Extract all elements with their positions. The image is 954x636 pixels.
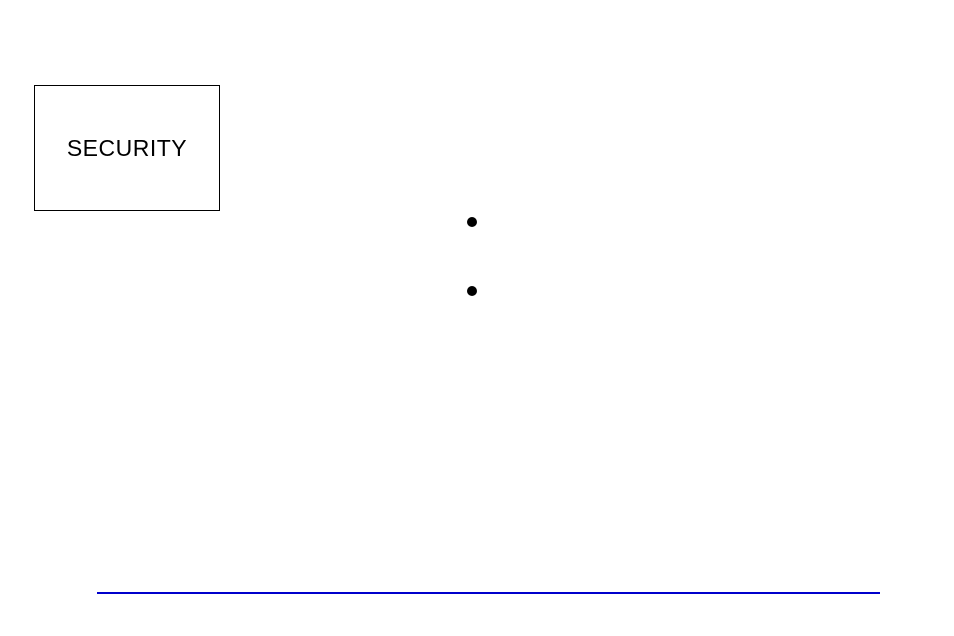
bullet-icon xyxy=(467,217,477,227)
bullet-icon xyxy=(467,286,477,296)
security-box: SECURITY xyxy=(34,85,220,211)
security-label: SECURITY xyxy=(67,135,187,162)
horizontal-rule xyxy=(97,592,880,594)
